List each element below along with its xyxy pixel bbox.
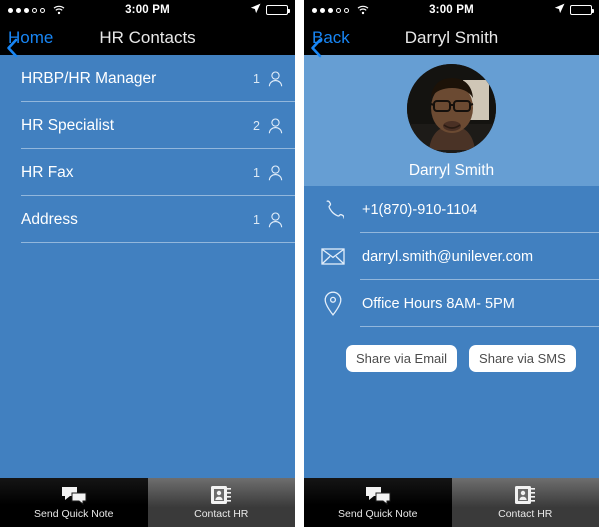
chat-bubbles-icon (61, 485, 87, 505)
person-icon (268, 211, 283, 228)
chat-bubbles-icon (365, 485, 391, 505)
list-item-count: 1 (253, 71, 260, 86)
status-bar-right: 3:00 PM (304, 0, 599, 20)
tab-send-quick-note[interactable]: Send Quick Note (0, 478, 148, 527)
list-item-label: HRBP/HR Manager (21, 69, 157, 87)
list-item[interactable]: HRBP/HR Manager 1 (0, 55, 295, 102)
detail-value-email: darryl.smith@unilever.com (362, 248, 534, 265)
bottom-tab-bar-left: Send Quick Note Contact HR (0, 475, 295, 527)
detail-value-location: Office Hours 8AM- 5PM (362, 295, 515, 312)
status-bar-left: 3:00 PM (0, 0, 295, 20)
tab-label: Contact HR (194, 508, 249, 520)
hr-contacts-list: HRBP/HR Manager 1 HR Specialist 2 HR Fax… (0, 55, 295, 243)
contact-profile-header: Darryl Smith (304, 55, 599, 186)
tab-label: Contact HR (498, 508, 553, 520)
list-item[interactable]: HR Specialist 2 (0, 102, 295, 149)
map-pin-icon (318, 291, 348, 317)
tab-contact-hr[interactable]: Contact HR (451, 478, 599, 527)
list-item-count: 2 (253, 118, 260, 133)
list-item-label: HR Specialist (21, 116, 115, 134)
tab-contact-hr[interactable]: Contact HR (147, 478, 295, 527)
tab-label: Send Quick Note (34, 508, 114, 520)
list-item-count: 1 (253, 165, 260, 180)
detail-value-phone: +1(870)-910-1104 (362, 201, 478, 218)
back-button[interactable]: Back (304, 28, 350, 57)
dual-screenshot-container: 3:00 PM Home HR Contacts HRBP/HR Manager… (0, 0, 599, 527)
person-icon (268, 164, 283, 181)
back-button-home[interactable]: Home (0, 28, 53, 57)
left-phone-screen: 3:00 PM Home HR Contacts HRBP/HR Manager… (0, 0, 295, 527)
list-item[interactable]: Address 1 (0, 196, 295, 243)
share-via-sms-button[interactable]: Share via SMS (469, 345, 576, 372)
right-phone-screen: 3:00 PM Back Darryl Smith Darryl Smith +… (304, 0, 599, 527)
status-bar-clock: 3:00 PM (429, 4, 474, 16)
contacts-book-icon (210, 485, 232, 505)
status-bar-clock: 3:00 PM (125, 4, 170, 16)
detail-row-email[interactable]: darryl.smith@unilever.com (304, 233, 599, 280)
detail-row-phone[interactable]: +1(870)-910-1104 (304, 186, 599, 233)
avatar-photo (407, 64, 496, 153)
bottom-tab-bar-right: Send Quick Note Contact HR (304, 475, 599, 527)
person-icon (268, 117, 283, 134)
tab-send-quick-note[interactable]: Send Quick Note (304, 478, 452, 527)
avatar (407, 64, 496, 153)
battery-icon (266, 5, 290, 15)
navigation-bar-left: Home HR Contacts (0, 20, 295, 57)
share-buttons-group: Share via Email Share via SMS (304, 327, 599, 372)
detail-row-location[interactable]: Office Hours 8AM- 5PM (304, 280, 599, 327)
envelope-icon (318, 244, 348, 270)
person-icon (268, 70, 283, 87)
list-item-label: Address (21, 210, 78, 228)
share-via-email-button[interactable]: Share via Email (346, 345, 458, 372)
navigation-bar-right: Back Darryl Smith (304, 20, 599, 57)
list-item-label: HR Fax (21, 163, 74, 181)
phone-icon (318, 197, 348, 223)
list-item-count: 1 (253, 212, 260, 227)
contact-name: Darryl Smith (408, 162, 495, 179)
contacts-book-icon (514, 485, 536, 505)
tab-label: Send Quick Note (338, 508, 418, 520)
contact-details-list: +1(870)-910-1104 darryl.smith@unilever.c… (304, 186, 599, 372)
list-item[interactable]: HR Fax 1 (0, 149, 295, 196)
battery-icon (570, 5, 594, 15)
